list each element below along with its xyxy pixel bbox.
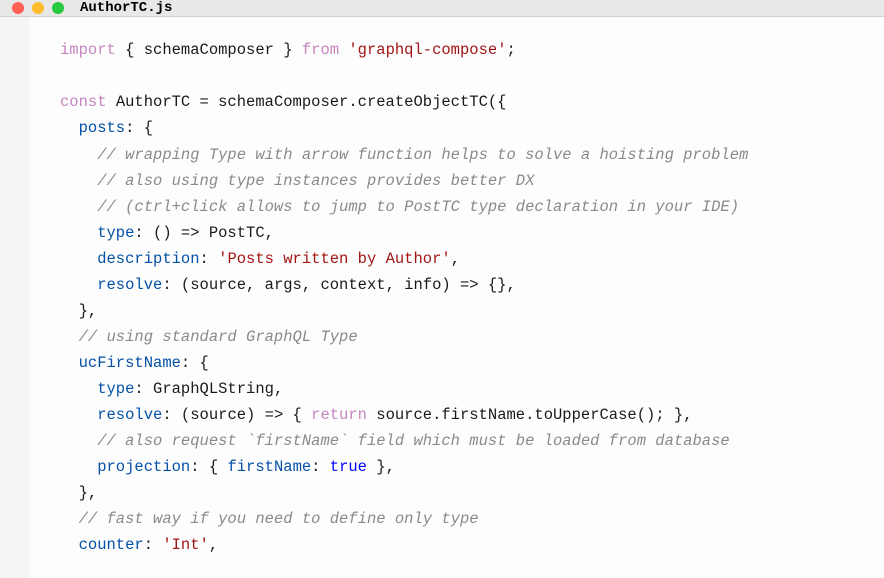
minimize-icon[interactable]	[32, 2, 44, 14]
code-token: ;	[507, 41, 516, 59]
code-token: from	[302, 41, 339, 59]
code-token: ucFirstName	[60, 354, 181, 372]
titlebar: AuthorTC.js	[0, 0, 884, 17]
code-token: firstName	[227, 458, 311, 476]
code-token: counter	[60, 536, 144, 554]
code-token: posts	[60, 119, 125, 137]
code-token: projection	[60, 458, 190, 476]
code-comment: // also request `firstName` field which …	[60, 432, 730, 450]
code-token: :	[200, 250, 219, 268]
code-token: :	[311, 458, 330, 476]
code-token: },	[60, 484, 97, 502]
code-token: ,	[451, 250, 460, 268]
code-token: description	[60, 250, 200, 268]
traffic-lights	[12, 2, 64, 14]
code-area[interactable]: import { schemaComposer } from 'graphql-…	[30, 17, 884, 578]
code-token: 'Posts written by Author'	[218, 250, 451, 268]
code-comment: // fast way if you need to define only t…	[60, 510, 479, 528]
code-token: },	[60, 302, 97, 320]
code-token: return	[311, 406, 367, 424]
code-token: source.firstName.toUpperCase(); },	[367, 406, 693, 424]
code-comment: // (ctrl+click allows to jump to PostTC …	[60, 198, 739, 216]
editor-gutter	[0, 17, 30, 578]
code-token: : (source, args, context, info) => {},	[162, 276, 515, 294]
code-token: :	[144, 536, 163, 554]
code-token: : () => PostTC,	[134, 224, 274, 242]
code-token: : GraphQLString,	[134, 380, 283, 398]
code-token: : {	[125, 119, 153, 137]
code-token: : (source) => {	[162, 406, 311, 424]
code-comment: // using standard GraphQL Type	[60, 328, 358, 346]
code-token: resolve	[60, 276, 162, 294]
code-comment: // wrapping Type with arrow function hel…	[60, 146, 748, 164]
code-comment: // also using type instances provides be…	[60, 172, 534, 190]
editor-body: import { schemaComposer } from 'graphql-…	[0, 17, 884, 578]
code-token: import	[60, 41, 116, 59]
code-token: resolve	[60, 406, 162, 424]
code-token: 'Int'	[162, 536, 209, 554]
code-token: },	[367, 458, 395, 476]
code-token: type	[60, 380, 134, 398]
file-title: AuthorTC.js	[80, 0, 172, 16]
code-token: true	[330, 458, 367, 476]
code-token: AuthorTC = schemaComposer.createObjectTC…	[107, 93, 507, 111]
code-token: const	[60, 93, 107, 111]
maximize-icon[interactable]	[52, 2, 64, 14]
close-icon[interactable]	[12, 2, 24, 14]
editor-window: AuthorTC.js import { schemaComposer } fr…	[0, 0, 884, 578]
code-token: : {	[181, 354, 209, 372]
code-token: type	[60, 224, 134, 242]
code-token: { schemaComposer }	[116, 41, 302, 59]
code-token: 'graphql-compose'	[339, 41, 506, 59]
code-token: ,	[209, 536, 218, 554]
code-token: : {	[190, 458, 227, 476]
